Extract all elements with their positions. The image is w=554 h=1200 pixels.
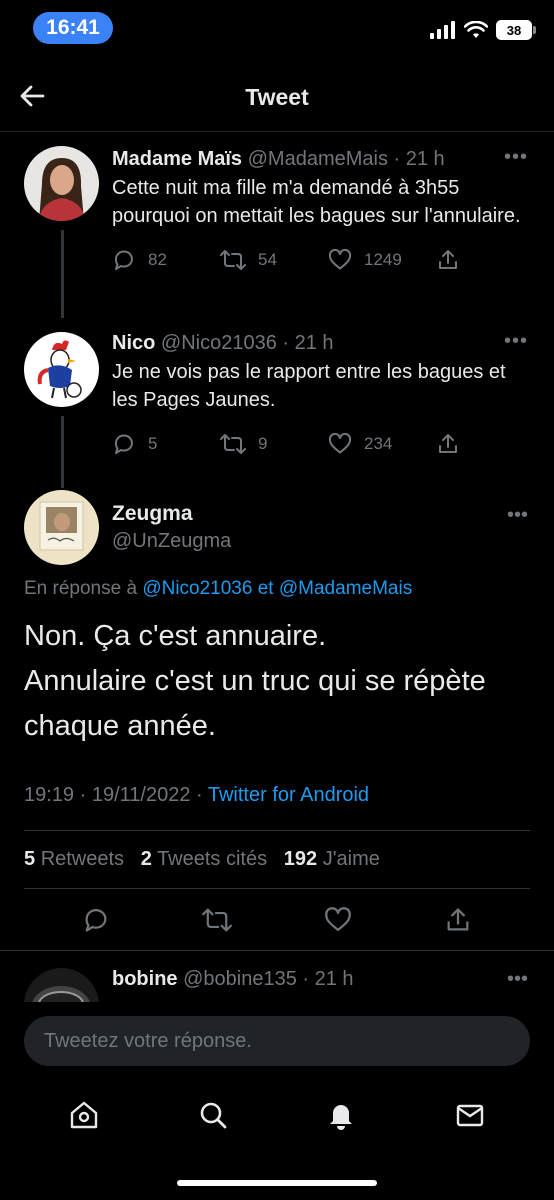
- retweet-button[interactable]: 9: [220, 432, 328, 456]
- tweet-text: Cette nuit ma fille m'a demandé à 3h55 p…: [112, 177, 521, 227]
- status-icons: 38: [430, 20, 536, 40]
- wifi-icon: [464, 21, 488, 38]
- tweet-text: Je ne vois pas le rapport entre les bagu…: [112, 361, 506, 411]
- tweet-madame-mais[interactable]: Madame Maïs @MadameMais · 21 h ••• Cette…: [0, 146, 554, 318]
- tweet-actions: 5 9 234: [112, 432, 534, 456]
- bottom-nav: [0, 1082, 554, 1152]
- reply-input[interactable]: Tweetez votre réponse.: [24, 1016, 530, 1066]
- header: Tweet: [0, 64, 554, 132]
- reply-button[interactable]: 5: [112, 432, 220, 456]
- reply-count: 82: [148, 250, 167, 269]
- author-name[interactable]: Madame Maïs: [112, 148, 242, 170]
- timestamp: 19:19 · 19/11/2022 ·: [24, 784, 203, 806]
- thread-line: [61, 230, 64, 318]
- home-indicator[interactable]: [177, 1180, 377, 1186]
- main-tweet-actions: [0, 892, 554, 948]
- nav-notifications[interactable]: [325, 1099, 357, 1136]
- reply-prefix: En réponse à: [24, 578, 138, 599]
- reply-and: et: [257, 578, 274, 599]
- retweet-icon: [220, 434, 246, 454]
- retweet-count: 54: [258, 250, 277, 269]
- tweet-time: · 21 h: [302, 968, 354, 990]
- avatar[interactable]: [24, 968, 99, 1002]
- avatar[interactable]: [24, 332, 99, 407]
- tweet-text-line: Annulaire c'est un truc qui se répète ch…: [24, 665, 486, 742]
- source-link[interactable]: Twitter for Android: [208, 784, 369, 806]
- share-icon: [439, 250, 457, 269]
- author-name[interactable]: Zeugma: [112, 502, 193, 526]
- signal-icon: [430, 21, 455, 39]
- retweet-button[interactable]: 54: [220, 248, 328, 272]
- status-bar: 16:41 38: [0, 0, 554, 60]
- like-button[interactable]: 1249: [328, 248, 436, 272]
- more-options-button[interactable]: •••: [504, 330, 528, 353]
- avatar[interactable]: [24, 490, 99, 565]
- nav-messages[interactable]: [454, 1099, 486, 1136]
- likes-stat[interactable]: 192 J'aime: [284, 848, 380, 870]
- divider: [0, 950, 554, 951]
- home-icon: [71, 1101, 98, 1128]
- reply-user-link[interactable]: @MadameMais: [279, 578, 412, 599]
- retweet-icon: [220, 250, 246, 270]
- search-icon: [200, 1102, 227, 1128]
- author-handle[interactable]: @bobine135: [183, 968, 297, 990]
- like-button[interactable]: 234: [328, 432, 436, 456]
- thread-line: [61, 416, 64, 488]
- reply-context: En réponse à @Nico21036 et @MadameMais: [24, 578, 412, 600]
- more-options-button[interactable]: •••: [504, 146, 528, 169]
- main-tweet-text: Non. Ça c'est annuaire. Annulaire c'est …: [24, 614, 534, 749]
- heart-icon: [328, 248, 352, 270]
- next-reply-tweet[interactable]: bobine @bobine135 · 21 h •••: [0, 960, 554, 1002]
- share-icon: [439, 434, 457, 453]
- status-time: 16:41: [33, 12, 113, 44]
- author-handle[interactable]: @MadameMais: [248, 148, 388, 170]
- heart-icon[interactable]: [324, 906, 352, 934]
- tweet-meta: 19:19 · 19/11/2022 · Twitter for Android: [24, 784, 369, 807]
- bell-icon: [330, 1104, 353, 1130]
- tweet-time: · 21 h: [393, 148, 445, 170]
- quotes-stat[interactable]: 2 Tweets cités: [141, 848, 267, 870]
- nav-home[interactable]: [68, 1099, 100, 1136]
- more-options-button[interactable]: •••: [507, 968, 528, 991]
- nav-search[interactable]: [197, 1099, 229, 1136]
- tweet-text-line: Non. Ça c'est annuaire.: [24, 620, 327, 652]
- author-handle[interactable]: @UnZeugma: [112, 530, 231, 553]
- share-icon[interactable]: [444, 906, 472, 934]
- retweets-stat[interactable]: 5 Retweets: [24, 848, 124, 870]
- avatar[interactable]: [24, 146, 99, 221]
- reply-icon: [114, 250, 133, 270]
- reply-input-placeholder: Tweetez votre réponse.: [44, 1029, 252, 1052]
- retweet-count: 9: [258, 434, 268, 453]
- author-name[interactable]: Nico: [112, 332, 155, 354]
- divider: [24, 888, 530, 889]
- retweet-icon[interactable]: [202, 906, 232, 934]
- like-count: 234: [364, 434, 393, 453]
- like-count: 1249: [364, 250, 402, 269]
- engagement-stats: 5 Retweets 2 Tweets cités 192 J'aime: [24, 848, 380, 871]
- tweet-time: · 21 h: [282, 332, 334, 354]
- more-options-button[interactable]: •••: [507, 504, 528, 527]
- page-title: Tweet: [245, 84, 309, 110]
- battery-icon: 38: [496, 20, 536, 40]
- divider: [24, 830, 530, 831]
- share-button[interactable]: [436, 248, 466, 272]
- author-name[interactable]: bobine: [112, 968, 178, 990]
- heart-icon: [328, 432, 352, 454]
- reply-count: 5: [148, 434, 158, 453]
- tweet-actions: 82 54 1249: [112, 248, 534, 272]
- reply-user-link[interactable]: @Nico21036: [142, 578, 252, 599]
- share-button[interactable]: [436, 432, 466, 456]
- tweet-nico[interactable]: Nico @Nico21036 · 21 h ••• Je ne vois pa…: [0, 330, 554, 488]
- mail-icon: [456, 1104, 483, 1126]
- reply-button[interactable]: 82: [112, 248, 220, 272]
- reply-icon[interactable]: [82, 906, 110, 934]
- author-handle[interactable]: @Nico21036: [161, 332, 277, 354]
- reply-icon: [114, 434, 133, 454]
